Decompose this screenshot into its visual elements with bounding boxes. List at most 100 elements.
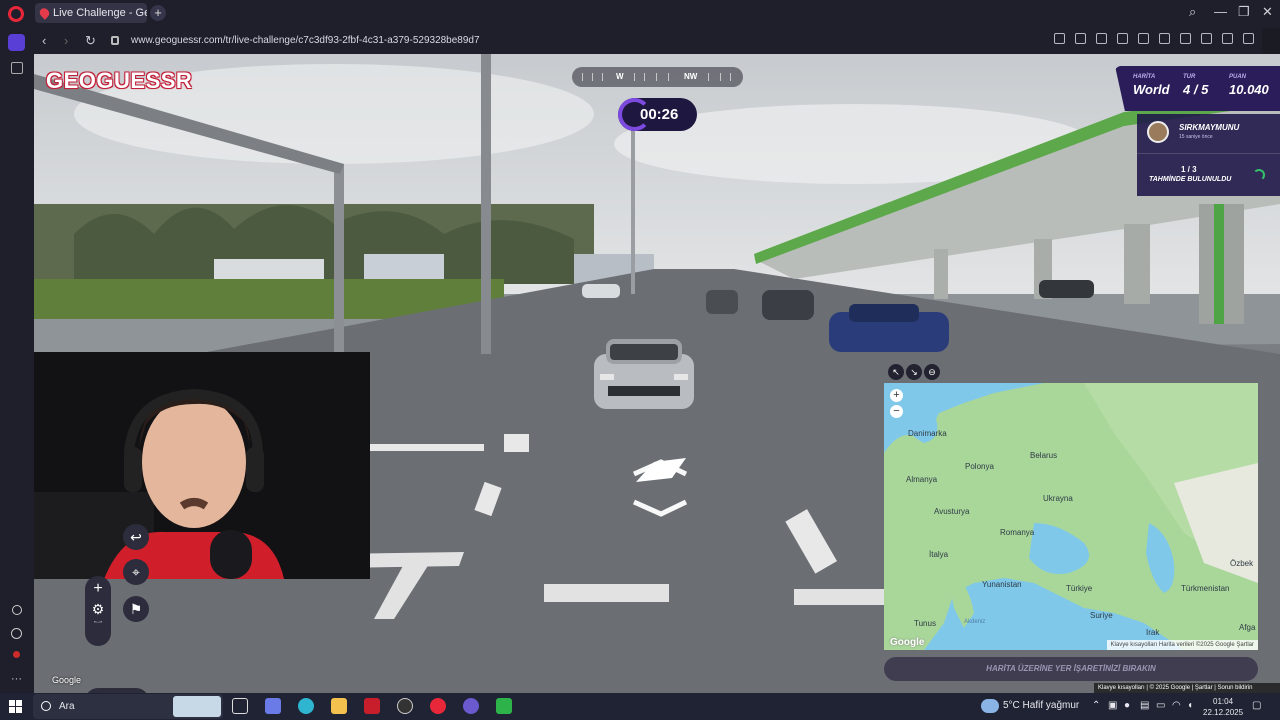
- play-icon[interactable]: [1138, 33, 1149, 44]
- taskbar-search[interactable]: Ara: [33, 694, 223, 719]
- record-icon[interactable]: [13, 651, 20, 658]
- heart-sidebar-icon[interactable]: [12, 605, 22, 615]
- tray-icon-3[interactable]: ▤: [1140, 700, 1149, 711]
- forward-button[interactable]: ›: [64, 33, 68, 48]
- obs-icon[interactable]: [397, 698, 413, 714]
- download-icon[interactable]: [1201, 33, 1212, 44]
- compass: W NW: [572, 67, 743, 87]
- player-name: SIRKMAYMUNU: [1179, 123, 1240, 132]
- home-icon[interactable]: [8, 34, 25, 51]
- timer-value: 00:26: [640, 106, 679, 123]
- task-view-icon[interactable]: [232, 698, 248, 714]
- notification-icon[interactable]: ▢: [1252, 700, 1261, 711]
- player-last-seen: 15 saniye önce: [1179, 134, 1213, 140]
- map-terrain: [884, 383, 1258, 650]
- tray-app-icon[interactable]: ▣: [1108, 700, 1117, 711]
- map-label-italya: İtalya: [929, 550, 949, 559]
- flag-button[interactable]: ⚑: [123, 596, 149, 622]
- microphone-icon[interactable]: ●: [1124, 700, 1130, 711]
- guess-map-panel: ↖ ↘ ⊖ + − Danimarka Belarus Polonya Alma…: [884, 364, 1258, 650]
- battery-icon[interactable]: ▭: [1156, 700, 1165, 711]
- menu-icon[interactable]: [1222, 33, 1233, 44]
- history-icon[interactable]: [11, 628, 22, 639]
- settings-button[interactable]: ⚙: [85, 596, 111, 622]
- close-icon[interactable]: ✕: [1262, 4, 1273, 20]
- place-marker-button[interactable]: HARİTA ÜZERİNE YER İŞARETİNİZİ BIRAKIN: [884, 657, 1258, 681]
- wifi-icon[interactable]: ◠: [1172, 700, 1181, 711]
- maximize-icon[interactable]: ❐: [1238, 4, 1250, 20]
- tray-chevron-icon[interactable]: ⌃: [1092, 700, 1100, 711]
- profile-icon[interactable]: [1243, 33, 1254, 44]
- score-value: 10.040: [1229, 82, 1269, 97]
- lock-icon: [111, 36, 119, 45]
- webcam-image: [34, 352, 370, 579]
- edit-icon[interactable]: [1054, 33, 1065, 44]
- voice-meter-icon[interactable]: [364, 698, 380, 714]
- minimize-icon[interactable]: —: [1214, 4, 1227, 19]
- map-value: World: [1133, 82, 1170, 97]
- url-text[interactable]: www.geoguessr.com/tr/live-challenge/c7c3…: [131, 35, 480, 46]
- tab-live-challenge[interactable]: Live Challenge - GeoGues: [35, 3, 147, 23]
- search-icon: [41, 701, 51, 711]
- round-label: TUR: [1183, 74, 1196, 80]
- map-pin-icon[interactable]: ⊖: [924, 364, 940, 380]
- clock-time: 01:04: [1213, 697, 1234, 706]
- street-view-google-logo: Google: [52, 675, 82, 685]
- score-label: PUAN: [1229, 74, 1247, 80]
- geoguessr-logo[interactable]: GEOGUESSR: [46, 68, 192, 94]
- map-label-danimarka: Danimarka: [908, 429, 947, 438]
- opera-logo-icon[interactable]: [8, 6, 24, 22]
- address-bar: ‹ › ↻ www.geoguessr.com/tr/live-challeng…: [34, 28, 1262, 54]
- star-icon[interactable]: [11, 62, 23, 74]
- map-zoom-out-button[interactable]: −: [890, 405, 903, 418]
- taskbar-clock[interactable]: 01:04 22.12.2025: [1203, 696, 1243, 718]
- volume-icon[interactable]: ◖: [1187, 700, 1193, 711]
- player-panel: SIRKMAYMUNU 15 saniye önce 1 / 3 TAHMİND…: [1137, 114, 1280, 196]
- weather-rain-icon[interactable]: [981, 699, 999, 713]
- map-label-ozbek: Özbek: [1230, 559, 1254, 568]
- file-explorer-icon[interactable]: [331, 698, 347, 714]
- map-label-avusturya: Avusturya: [934, 507, 970, 516]
- map-footer[interactable]: Klavye kısayolları Harita verileri ©2025…: [1106, 640, 1258, 650]
- clock-date: 22.12.2025: [1203, 708, 1244, 717]
- discord-icon[interactable]: [463, 698, 479, 714]
- map-label-almanya: Almanya: [906, 475, 938, 484]
- game-status-bar: HARİTA World TUR 4 / 5 PUAN 10.040: [1115, 66, 1280, 111]
- map-label-polonya: Polonya: [965, 462, 994, 471]
- shield-icon[interactable]: [1096, 33, 1107, 44]
- map-expand-icon[interactable]: ↖: [888, 364, 904, 380]
- undo-move-button[interactable]: ↩: [123, 524, 149, 550]
- map-google-logo: Google: [890, 637, 925, 648]
- heart-icon[interactable]: [1180, 33, 1191, 44]
- copilot-icon[interactable]: [265, 698, 281, 714]
- weather-text[interactable]: 5°C Hafif yağmur: [1003, 700, 1079, 711]
- game-viewport[interactable]: GEOGUESSR W NW 00:26 HARİTA World TUR 4 …: [34, 54, 1280, 693]
- geoguessr-favicon-icon: [37, 6, 52, 20]
- map-label-ukrayna: Ukrayna: [1043, 494, 1073, 503]
- tab-title: Live Challenge - GeoGues: [53, 7, 147, 19]
- sheets-icon[interactable]: [496, 698, 512, 714]
- windows-taskbar: Ara 5°C Hafif yağmur ⌃ ▣ ● ▤ ▭ ◠ ◖ 01:04…: [0, 693, 1280, 720]
- edge-icon[interactable]: [298, 698, 314, 714]
- guess-map[interactable]: + − Danimarka Belarus Polonya Almanya Uk…: [884, 383, 1258, 650]
- more-icon[interactable]: ···: [11, 673, 28, 690]
- windows-start-icon[interactable]: [9, 700, 22, 713]
- back-button[interactable]: ‹: [42, 33, 46, 48]
- search-highlight-image: [173, 696, 221, 717]
- camera-icon[interactable]: [1075, 33, 1086, 44]
- search-placeholder: Ara: [59, 701, 75, 712]
- opera-taskbar-icon[interactable]: [430, 698, 446, 714]
- street-view-footer[interactable]: Klavye kısayolları | © 2025 Google | Şar…: [1094, 683, 1280, 693]
- reload-icon[interactable]: ↻: [85, 33, 96, 49]
- new-tab-button[interactable]: +: [150, 5, 166, 21]
- map-shrink-icon[interactable]: ↘: [906, 364, 922, 380]
- map-label-tunus: Tunus: [914, 619, 936, 628]
- map-label-suriye: Suriye: [1090, 611, 1113, 620]
- wallet-icon[interactable]: [1159, 33, 1170, 44]
- search-tabs-icon[interactable]: ⌕: [1189, 4, 1196, 20]
- extension-icon[interactable]: [1117, 33, 1128, 44]
- map-label-turkmenistan: Türkmenistan: [1181, 584, 1230, 593]
- return-to-start-button[interactable]: ⌖: [123, 559, 149, 585]
- map-zoom-in-button[interactable]: +: [890, 389, 903, 402]
- map-label-akdeniz: Akdeniz: [964, 619, 986, 625]
